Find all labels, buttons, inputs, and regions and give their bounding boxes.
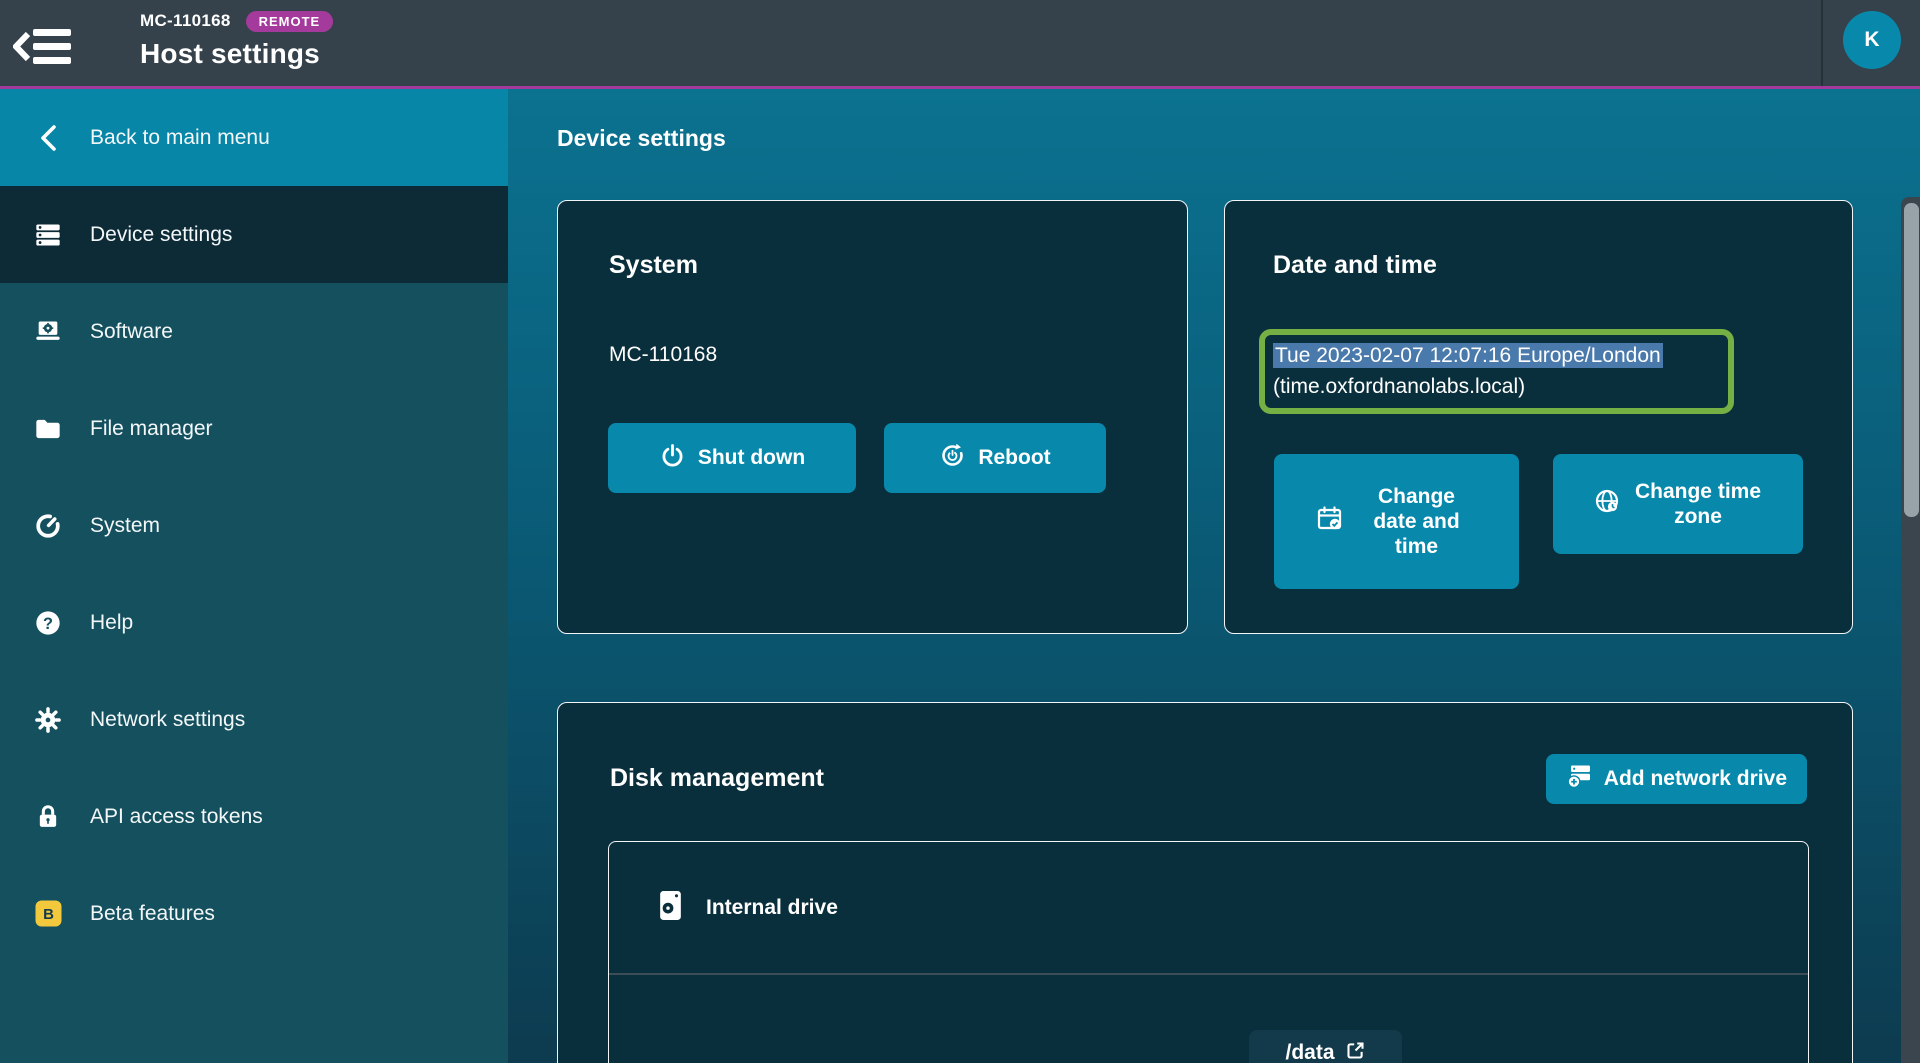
globe-icon xyxy=(1593,487,1621,521)
device-id: MC-110168 xyxy=(140,11,231,31)
datetime-card: Date and time Tue 2023-02-07 12:07:16 Eu… xyxy=(1224,200,1853,634)
gauge-icon xyxy=(31,512,65,540)
sidebar-item-system[interactable]: System xyxy=(0,477,508,574)
sidebar-item-network-settings[interactable]: Network settings xyxy=(0,671,508,768)
back-to-main-menu-button[interactable]: Back to main menu xyxy=(0,89,508,186)
sidebar-item-api-access-tokens[interactable]: API access tokens xyxy=(0,768,508,865)
change-datetime-button[interactable]: Change date and time xyxy=(1274,454,1519,589)
beta-icon: B xyxy=(31,900,65,927)
system-device-name: MC-110168 xyxy=(609,343,717,367)
add-drive-icon xyxy=(1566,763,1592,795)
internal-drive-header-row: Internal drive xyxy=(609,842,1808,975)
sidebar-item-device-settings[interactable]: Device settings xyxy=(0,186,508,283)
main-content: Device settings System MC-110168 Shut do… xyxy=(508,89,1920,1063)
menu-collapse-icon xyxy=(13,56,71,73)
shutdown-button[interactable]: Shut down xyxy=(608,423,856,493)
scrollbar-thumb[interactable] xyxy=(1904,203,1919,517)
scrollbar-track[interactable] xyxy=(1901,197,1920,1063)
remote-badge: REMOTE xyxy=(246,11,334,32)
folder-icon xyxy=(31,415,65,443)
sidebar-item-beta-features[interactable]: B Beta features xyxy=(0,865,508,962)
section-heading: Device settings xyxy=(557,125,726,152)
chevron-left-icon xyxy=(31,124,65,152)
svg-text:?: ? xyxy=(43,614,53,632)
add-network-drive-button[interactable]: Add network drive xyxy=(1546,754,1807,804)
data-path-link[interactable]: /data xyxy=(1249,1030,1402,1063)
datetime-selected-text: Tue 2023-02-07 12:07:16 Europe/London xyxy=(1273,343,1663,368)
software-icon xyxy=(31,318,65,346)
header-divider xyxy=(1821,0,1823,86)
disk-card-title: Disk management xyxy=(610,764,824,793)
power-icon xyxy=(659,442,686,475)
internal-drive-card: Internal drive /data xyxy=(608,841,1809,1063)
sidebar-item-software[interactable]: Software xyxy=(0,283,508,380)
datetime-card-title: Date and time xyxy=(1273,251,1437,280)
external-link-icon xyxy=(1345,1040,1366,1063)
help-icon: ? xyxy=(31,609,65,637)
sidebar-item-file-manager[interactable]: File manager xyxy=(0,380,508,477)
user-avatar[interactable]: K xyxy=(1843,11,1901,69)
internal-drive-icon xyxy=(659,890,682,926)
ntp-source-text: (time.oxfordnanolabs.local) xyxy=(1273,371,1720,402)
sidebar: Back to main menu Device settings xyxy=(0,89,508,1063)
internal-drive-label: Internal drive xyxy=(706,896,838,920)
collapse-menu-button[interactable] xyxy=(13,24,71,69)
svg-text:B: B xyxy=(43,906,54,923)
sidebar-item-help[interactable]: ? Help xyxy=(0,574,508,671)
reboot-button[interactable]: Reboot xyxy=(884,423,1106,493)
system-card: System MC-110168 Shut down xyxy=(557,200,1188,634)
disk-management-card: Disk management Add network xyxy=(557,702,1853,1063)
calendar-check-icon xyxy=(1316,505,1344,539)
page-title: Host settings xyxy=(140,38,333,70)
network-gear-icon xyxy=(31,706,65,734)
change-timezone-button[interactable]: Change time zone xyxy=(1553,454,1803,554)
restart-icon xyxy=(939,442,966,475)
device-settings-icon xyxy=(31,221,65,249)
lock-icon xyxy=(31,803,65,831)
app-header: MC-110168 REMOTE Host settings K xyxy=(0,0,1920,89)
datetime-value-box[interactable]: Tue 2023-02-07 12:07:16 Europe/London (t… xyxy=(1259,329,1734,414)
system-card-title: System xyxy=(609,251,698,280)
